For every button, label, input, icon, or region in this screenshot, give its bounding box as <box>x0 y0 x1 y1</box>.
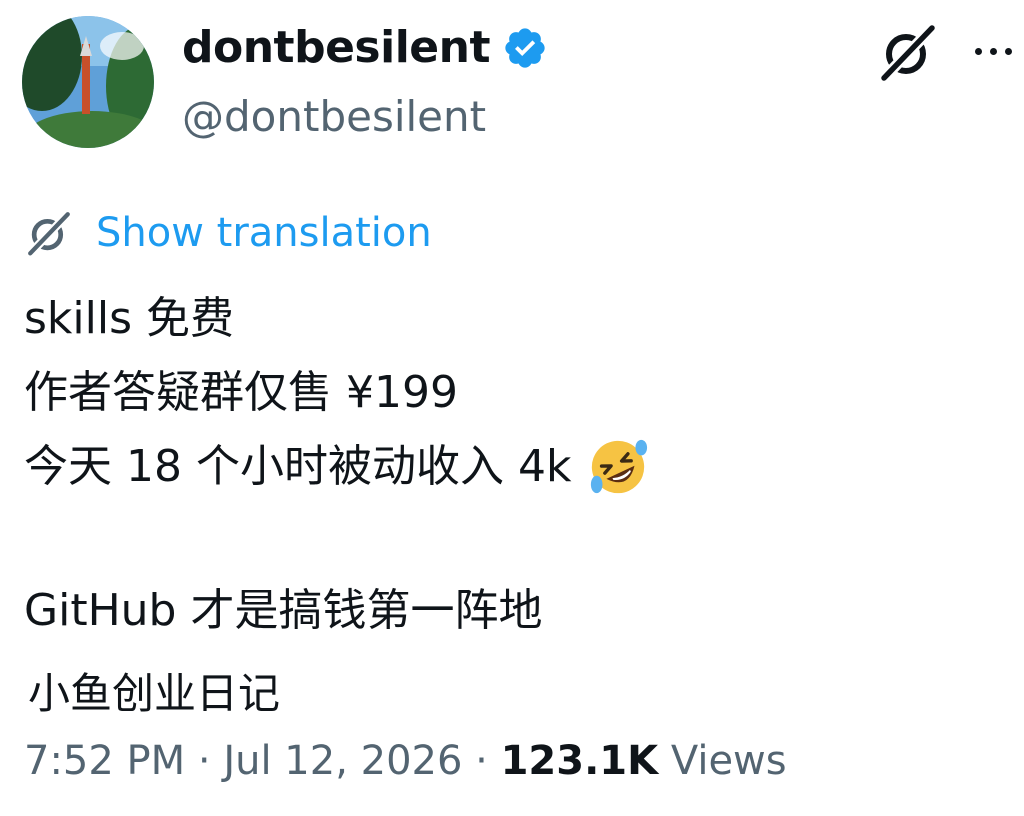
avatar[interactable] <box>22 16 154 148</box>
grok-translate-icon <box>27 211 71 257</box>
grok-icon[interactable] <box>876 20 940 84</box>
tweet-time[interactable]: 7:52 PM <box>24 738 185 784</box>
tweet-line: 作者答疑群仅售 ¥199 <box>24 367 458 418</box>
tweet-date[interactable]: Jul 12, 2026 <box>223 738 462 784</box>
tweet-text: skills 免费 作者答疑群仅售 ¥199 今天 18 个小时被动收入 4k … <box>24 282 649 648</box>
show-translation-button[interactable]: Show translation <box>24 208 432 258</box>
more-horizontal-icon <box>974 47 982 55</box>
meta-separator: · <box>197 738 211 784</box>
tweet-line: 今天 18 个小时被动收入 4k <box>24 441 572 492</box>
tweet-line-with-emoji: 今天 18 个小时被动收入 4k <box>24 430 649 504</box>
rolling-on-floor-laughing-emoji <box>591 439 648 494</box>
views-count: 123.1K <box>500 738 659 784</box>
tweet-line: GitHub 才是搞钱第一阵地 <box>24 585 543 636</box>
quoted-account-label[interactable]: 小鱼创业日记 <box>28 660 280 721</box>
author-name-row[interactable]: dontbesilent <box>182 22 548 73</box>
verified-badge-icon <box>505 27 545 68</box>
tweet-line: skills 免费 <box>24 293 234 344</box>
author-handle[interactable]: @dontbesilent <box>182 92 486 141</box>
more-options-button[interactable] <box>966 24 1020 78</box>
meta-separator: · <box>475 738 488 784</box>
show-translation-label[interactable]: Show translation <box>96 210 432 256</box>
display-name[interactable]: dontbesilent <box>182 22 490 73</box>
avatar-image <box>22 16 154 148</box>
tweet-meta: 7:52 PM · Jul 12, 2026 · 123.1K Views <box>24 738 787 784</box>
views-label: Views <box>670 738 787 784</box>
